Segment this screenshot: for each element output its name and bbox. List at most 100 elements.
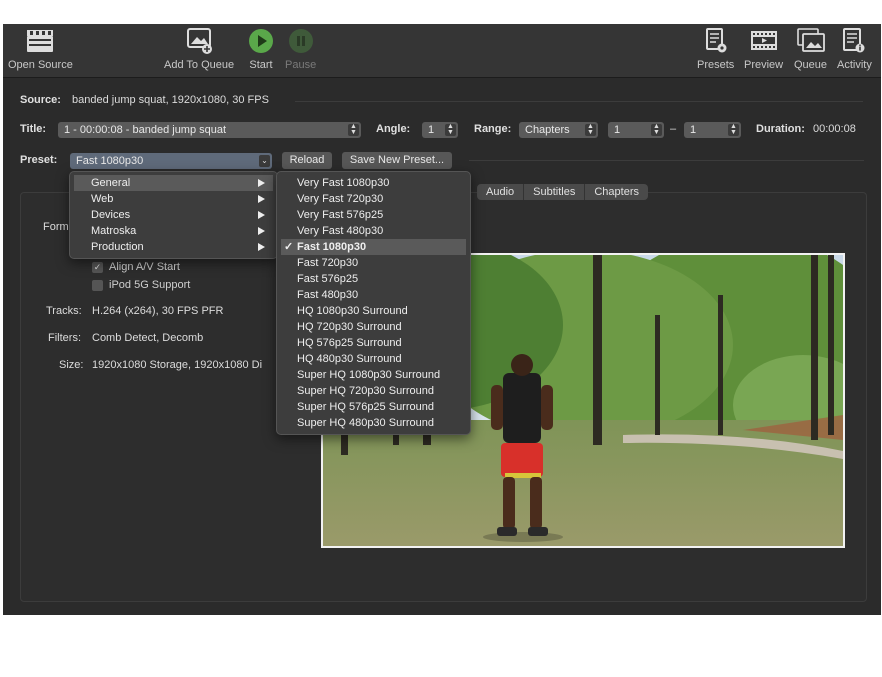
menu-item-matroska-label: Matroska	[91, 225, 137, 237]
source-label: Source:	[20, 94, 61, 106]
menu-item-preset[interactable]: Very Fast 1080p30	[281, 175, 466, 191]
menu-item-preset[interactable]: Very Fast 480p30	[281, 223, 466, 239]
presets-button[interactable]: Presets	[697, 26, 734, 71]
angle-label: Angle:	[376, 123, 411, 135]
settings-tabs: Audio Subtitles Chapters	[477, 184, 648, 200]
start-button[interactable]: Start	[246, 26, 276, 71]
pause-icon	[288, 29, 313, 53]
updown-arrows-icon: ▲ ▼	[585, 123, 596, 136]
range-start-select[interactable]: 1 ▲ ▼	[608, 122, 664, 138]
pause-icon-wrap	[286, 26, 316, 56]
checkbox-checked-icon: ✓	[92, 261, 103, 273]
menu-item-preset[interactable]: Very Fast 720p30	[281, 191, 466, 207]
pause-label: Pause	[285, 59, 317, 71]
tracks-label: Tracks:	[46, 305, 82, 317]
menu-item-web[interactable]: Web	[74, 191, 273, 207]
format-label: Form	[43, 221, 69, 233]
preview-label: Preview	[744, 59, 784, 71]
title-select-value: 1 - 00:00:08 - banded jump squat	[64, 124, 227, 136]
queue-button[interactable]: Queue	[794, 26, 827, 71]
updown-arrows-icon: ▲ ▼	[348, 123, 359, 136]
start-label: Start	[249, 59, 273, 71]
range-label: Range:	[474, 123, 512, 135]
chevron-down-icon: ⌄	[259, 155, 270, 167]
submenu-arrow-icon	[258, 227, 265, 235]
range-mode-value: Chapters	[525, 124, 570, 136]
menu-item-preset[interactable]: HQ 1080p30 Surround	[281, 303, 466, 319]
menu-item-preset[interactable]: Fast 720p30	[281, 255, 466, 271]
add-to-queue-button[interactable]: Add To Queue	[164, 26, 234, 71]
align-av-label: Align A/V Start	[109, 261, 180, 273]
play-icon	[249, 29, 273, 53]
duration-label: Duration:	[756, 123, 805, 135]
tracks-value: H.264 (x264), 30 FPS PFR	[92, 305, 224, 317]
activity-button[interactable]: Activity	[837, 26, 872, 71]
align-av-checkbox[interactable]: ✓ Align A/V Start	[92, 261, 180, 273]
range-start-value: 1	[614, 124, 621, 136]
updown-arrows-icon: ▲ ▼	[728, 123, 739, 136]
tab-chapters[interactable]: Chapters	[585, 184, 648, 200]
menu-item-devices-label: Devices	[91, 209, 131, 221]
queue-stack-icon	[796, 26, 826, 56]
menu-item-web-label: Web	[91, 193, 114, 205]
angle-select[interactable]: 1 ▲ ▼	[422, 122, 458, 138]
menu-item-preset[interactable]: Super HQ 576p25 Surround	[281, 399, 466, 415]
activity-log-icon	[839, 26, 869, 56]
submenu-arrow-icon	[258, 211, 265, 219]
size-value: 1920x1080 Storage, 1920x1080 Di	[92, 359, 263, 371]
filters-value: Comb Detect, Decomb	[92, 332, 204, 344]
add-image-icon	[184, 26, 214, 56]
reload-button[interactable]: Reload	[282, 152, 332, 169]
open-source-button[interactable]: Open Source	[8, 26, 73, 71]
tab-audio[interactable]: Audio	[477, 184, 525, 200]
menu-item-preset[interactable]: Fast 576p25	[281, 271, 466, 287]
submenu-arrow-icon	[258, 179, 265, 187]
size-label: Size:	[59, 359, 84, 371]
range-end-select[interactable]: 1 ▲ ▼	[684, 122, 741, 138]
film-strip-icon	[749, 26, 779, 56]
range-mode-select[interactable]: Chapters ▲ ▼	[519, 122, 598, 138]
activity-label: Activity	[837, 59, 872, 71]
ipod-checkbox[interactable]: iPod 5G Support	[92, 279, 190, 291]
ipod-label: iPod 5G Support	[109, 279, 191, 291]
checkbox-unchecked-icon	[92, 279, 103, 291]
menu-item-preset[interactable]: Very Fast 576p25	[281, 207, 466, 223]
start-icon-wrap	[246, 26, 276, 56]
menu-item-devices[interactable]: Devices	[74, 207, 273, 223]
title-select[interactable]: 1 - 00:00:08 - banded jump squat ▲ ▼	[58, 122, 361, 138]
title-label: Title:	[20, 123, 47, 135]
updown-arrows-icon: ▲ ▼	[445, 123, 456, 136]
pause-button[interactable]: Pause	[285, 26, 316, 71]
menu-item-preset[interactable]: HQ 480p30 Surround	[281, 351, 466, 367]
menu-item-preset[interactable]: Fast 480p30	[281, 287, 466, 303]
queue-label: Queue	[794, 59, 828, 71]
menu-item-production[interactable]: Production	[74, 239, 273, 255]
menu-item-matroska[interactable]: Matroska	[74, 223, 273, 239]
updown-arrows-icon: ▲ ▼	[651, 123, 662, 136]
range-end-value: 1	[690, 124, 697, 136]
filters-label: Filters:	[48, 332, 81, 344]
angle-select-value: 1	[428, 124, 435, 136]
main-window: Open Source Add To Queue Start Pause Pre…	[3, 24, 881, 615]
presets-icon	[701, 26, 731, 56]
menu-item-preset-selected-label: Fast 1080p30	[297, 241, 367, 253]
presets-label: Presets	[697, 59, 735, 71]
menu-item-preset[interactable]: Super HQ 720p30 Surround	[281, 383, 466, 399]
preset-label: Preset:	[20, 154, 58, 166]
preset-category-menu: General Web Devices Matroska Production	[69, 171, 278, 259]
menu-item-general[interactable]: General	[74, 175, 273, 191]
tab-subtitles[interactable]: Subtitles	[524, 184, 586, 200]
menu-item-preset[interactable]: Super HQ 480p30 Surround	[281, 415, 466, 431]
preset-select-value: Fast 1080p30	[76, 155, 144, 167]
menu-item-preset[interactable]: Super HQ 1080p30 Surround	[281, 367, 466, 383]
preset-select[interactable]: Fast 1080p30 ⌄	[70, 153, 272, 169]
menu-item-preset[interactable]: HQ 576p25 Surround	[281, 335, 466, 351]
clapperboard-icon	[25, 26, 55, 56]
preset-submenu: Very Fast 1080p30 Very Fast 720p30 Very …	[276, 171, 471, 435]
checkmark-icon: ✓	[284, 241, 294, 253]
preview-button[interactable]: Preview	[744, 26, 783, 71]
save-new-preset-button[interactable]: Save New Preset...	[342, 152, 452, 169]
menu-item-production-label: Production	[91, 241, 144, 253]
menu-item-preset-selected[interactable]: ✓ Fast 1080p30	[281, 239, 466, 255]
menu-item-preset[interactable]: HQ 720p30 Surround	[281, 319, 466, 335]
